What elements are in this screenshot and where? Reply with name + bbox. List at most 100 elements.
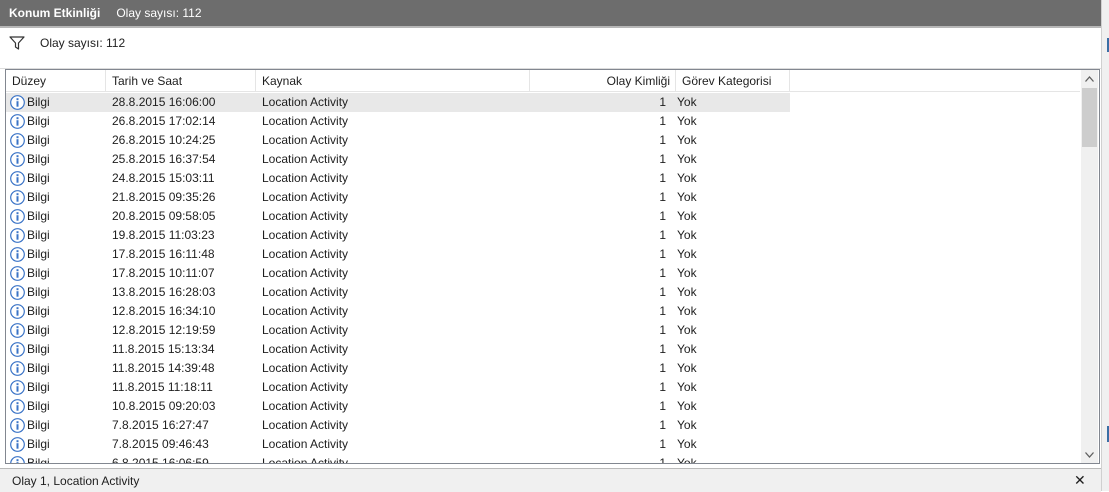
cell-source: Location Activity	[262, 190, 349, 204]
cell-datetime: 26.8.2015 10:24:25	[112, 133, 216, 147]
info-icon	[10, 152, 25, 167]
cell-level-label: Bilgi	[27, 399, 50, 413]
cell-datetime: 17.8.2015 10:11:07	[112, 266, 215, 280]
cell-datetime: 20.8.2015 09:58:05	[112, 209, 216, 223]
cell-source: Location Activity	[262, 209, 349, 223]
cell-datetime: 12.8.2015 16:34:10	[112, 304, 216, 318]
table-row[interactable]: Bilgi 12.8.2015 12:19:59 Location Activity…	[6, 321, 1080, 340]
cell-event-id: 1	[659, 323, 666, 337]
cell-datetime: 19.8.2015 11:03:23	[112, 228, 215, 242]
table-header: Düzey Tarih ve Saat Kaynak Olay Kimliği …	[6, 70, 1080, 92]
cell-source: Location Activity	[262, 285, 349, 299]
cell-level: Bilgi	[6, 454, 106, 463]
info-icon	[10, 437, 25, 452]
cell-level: Bilgi	[6, 150, 106, 169]
table-row[interactable]: Bilgi 11.8.2015 11:18:11 Location Activity…	[6, 378, 1080, 397]
row-cells: Bilgi 20.8.2015 09:58:05 Location Activity…	[6, 207, 790, 226]
cell-datetime: 28.8.2015 16:06:00	[112, 95, 216, 109]
table-row[interactable]: Bilgi 21.8.2015 09:35:26 Location Activity…	[6, 188, 1080, 207]
table-body: Bilgi 28.8.2015 16:06:00 Location Activity…	[6, 93, 1080, 463]
pane-title-bar: Konum Etkinliği Olay sayısı: 112	[0, 0, 1101, 28]
cell-datetime: 26.8.2015 17:02:14	[112, 114, 216, 128]
scroll-down-arrow-icon[interactable]	[1081, 446, 1098, 463]
cell-event-id: 1	[659, 437, 666, 451]
cell-level: Bilgi	[6, 207, 106, 226]
cell-datetime: 12.8.2015 12:19:59	[112, 323, 216, 337]
cell-level: Bilgi	[6, 378, 106, 397]
table-row[interactable]: Bilgi 11.8.2015 14:39:48 Location Activity…	[6, 359, 1080, 378]
cell-level: Bilgi	[6, 245, 106, 264]
row-cells: Bilgi 24.8.2015 15:03:11 Location Activity…	[6, 169, 790, 188]
cell-event-id: 1	[659, 361, 666, 375]
cell-level-label: Bilgi	[27, 342, 50, 356]
table-row[interactable]: Bilgi 6.8.2015 16:06:59 Location Activity 1…	[6, 454, 1080, 463]
info-icon	[10, 190, 25, 205]
cell-level: Bilgi	[6, 283, 106, 302]
cell-source: Location Activity	[262, 380, 349, 394]
table-row[interactable]: Bilgi 17.8.2015 16:11:48 Location Activity…	[6, 245, 1080, 264]
cell-level-label: Bilgi	[27, 190, 50, 204]
table-row[interactable]: Bilgi 20.8.2015 09:58:05 Location Activity…	[6, 207, 1080, 226]
cell-task-category: Yok	[677, 399, 697, 413]
cell-level: Bilgi	[6, 302, 106, 321]
column-header-task-category[interactable]: Görev Kategorisi	[676, 70, 790, 92]
cell-level: Bilgi	[6, 112, 106, 131]
cell-level: Bilgi	[6, 131, 106, 150]
cell-event-id: 1	[659, 209, 666, 223]
cell-event-id: 1	[659, 133, 666, 147]
cell-task-category: Yok	[677, 228, 697, 242]
table-row[interactable]: Bilgi 26.8.2015 10:24:25 Location Activity…	[6, 131, 1080, 150]
cell-event-id: 1	[659, 247, 666, 261]
cell-level: Bilgi	[6, 321, 106, 340]
log-title: Konum Etkinliği	[9, 6, 101, 20]
column-header-level[interactable]: Düzey	[6, 70, 106, 92]
cell-level: Bilgi	[6, 93, 106, 112]
cell-source: Location Activity	[262, 304, 349, 318]
info-icon	[10, 114, 25, 129]
table-row[interactable]: Bilgi 13.8.2015 16:28:03 Location Activity…	[6, 283, 1080, 302]
cell-level-label: Bilgi	[27, 228, 50, 242]
filter-funnel-icon[interactable]	[9, 36, 25, 53]
table-row[interactable]: Bilgi 28.8.2015 16:06:00 Location Activity…	[6, 93, 1080, 112]
row-cells: Bilgi 21.8.2015 09:35:26 Location Activity…	[6, 188, 790, 207]
cell-task-category: Yok	[677, 323, 697, 337]
cell-event-id: 1	[659, 342, 666, 356]
column-header-event-id[interactable]: Olay Kimliği	[530, 70, 676, 92]
cell-source: Location Activity	[262, 418, 349, 432]
table-row[interactable]: Bilgi 10.8.2015 09:20:03 Location Activity…	[6, 397, 1080, 416]
row-cells: Bilgi 13.8.2015 16:28:03 Location Activity…	[6, 283, 790, 302]
info-icon	[10, 418, 25, 433]
vertical-scrollbar[interactable]	[1081, 70, 1098, 463]
cell-level-label: Bilgi	[27, 114, 50, 128]
table-row[interactable]: Bilgi 12.8.2015 16:34:10 Location Activity…	[6, 302, 1080, 321]
table-row[interactable]: Bilgi 19.8.2015 11:03:23 Location Activity…	[6, 226, 1080, 245]
column-header-source[interactable]: Kaynak	[256, 70, 530, 92]
info-icon	[10, 380, 25, 395]
cell-task-category: Yok	[677, 152, 697, 166]
table-row[interactable]: Bilgi 26.8.2015 17:02:14 Location Activity…	[6, 112, 1080, 131]
column-header-datetime[interactable]: Tarih ve Saat	[106, 70, 256, 92]
table-row[interactable]: Bilgi 25.8.2015 16:37:54 Location Activity…	[6, 150, 1080, 169]
row-cells: Bilgi 17.8.2015 16:11:48 Location Activity…	[6, 245, 790, 264]
cell-level: Bilgi	[6, 188, 106, 207]
table-row[interactable]: Bilgi 7.8.2015 16:27:47 Location Activity 1…	[6, 416, 1080, 435]
cell-source: Location Activity	[262, 114, 349, 128]
cell-source: Location Activity	[262, 152, 349, 166]
scroll-up-arrow-icon[interactable]	[1081, 70, 1098, 87]
table-row[interactable]: Bilgi 17.8.2015 10:11:07 Location Activity…	[6, 264, 1080, 283]
scrollbar-thumb[interactable]	[1082, 88, 1097, 147]
table-row[interactable]: Bilgi 11.8.2015 15:13:34 Location Activity…	[6, 340, 1080, 359]
event-detail-title: Olay 1, Location Activity	[12, 474, 140, 488]
title-event-count: Olay sayısı: 112	[116, 6, 202, 20]
cell-datetime: 24.8.2015 15:03:11	[112, 171, 215, 185]
close-icon[interactable]: ✕	[1074, 472, 1086, 489]
cell-event-id: 1	[659, 456, 666, 463]
cell-datetime: 11.8.2015 14:39:48	[112, 361, 215, 375]
cell-level-label: Bilgi	[27, 133, 50, 147]
cell-datetime: 7.8.2015 16:27:47	[112, 418, 209, 432]
table-row[interactable]: Bilgi 7.8.2015 09:46:43 Location Activity 1…	[6, 435, 1080, 454]
table-row[interactable]: Bilgi 24.8.2015 15:03:11 Location Activity…	[6, 169, 1080, 188]
cell-event-id: 1	[659, 190, 666, 204]
cell-task-category: Yok	[677, 437, 697, 451]
cell-task-category: Yok	[677, 114, 697, 128]
